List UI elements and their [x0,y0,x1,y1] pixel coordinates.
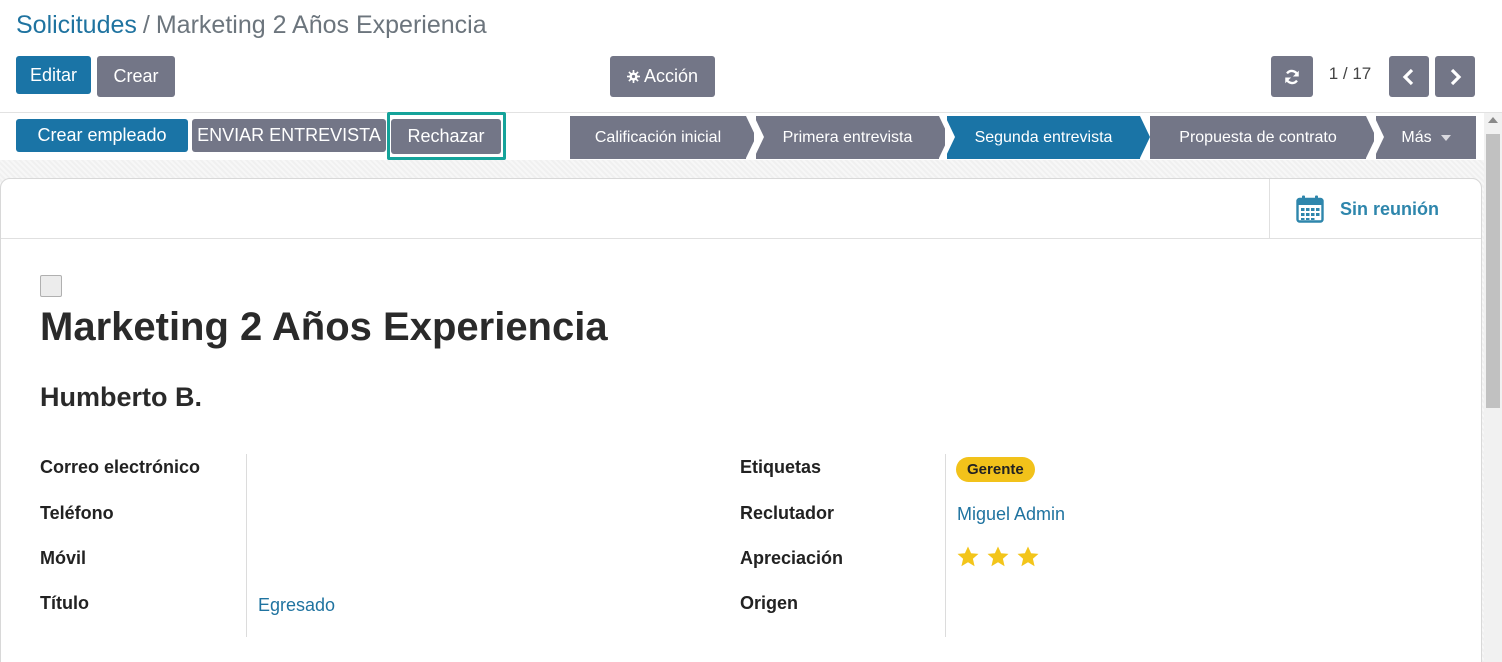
breadcrumb-current: Marketing 2 Años Experiencia [155,11,487,39]
recruiter-label: Reclutador [740,503,835,523]
appraisal-stars [956,545,1040,569]
stage-arrow-outline [945,116,955,158]
caret-down-icon [1440,134,1451,141]
star-icon[interactable] [956,545,980,569]
stage-more-dropdown[interactable]: Más [1376,116,1476,159]
stage-arrow-outline [754,116,764,158]
scroll-up-arrow-icon[interactable] [1488,117,1498,123]
send-interview-button[interactable]: ENVIAR ENTREVISTA [192,119,386,152]
action-dropdown-button[interactable]: Acción [610,56,715,97]
applicant-name: Humberto B. [40,382,202,412]
record-title: Marketing 2 Años Experiencia [40,305,608,349]
mobile-label: Móvil [40,548,87,568]
source-label: Origen [740,593,799,613]
breadcrumb-separator: / [142,11,150,39]
stage-arrow-outline [1374,116,1384,158]
gear-icon [626,70,640,83]
calendar-icon [1296,195,1324,223]
status-bar: Crear empleado ENVIAR ENTREVISTA Rechaza… [0,113,1484,159]
form-sheet: Sin reunión Marketing 2 Años Experiencia… [0,178,1482,662]
chevron-right-icon [1450,68,1462,85]
tags-label: Etiquetas [740,457,822,477]
stage-initial-qualification[interactable]: Calificación inicial [570,116,746,159]
field-separator-left [246,454,247,637]
pager-value[interactable]: 1 / 17 [1318,64,1382,84]
star-icon[interactable] [1016,545,1040,569]
stage-first-interview[interactable]: Primera entrevista [756,116,939,159]
priority-checkbox[interactable] [40,275,62,297]
tag-badge[interactable]: Gerente [956,457,1035,482]
stage-more-label: Más [1401,128,1432,146]
breadcrumb: Solicitudes / Marketing 2 Años Experiencia [16,11,487,40]
pager-next-button[interactable] [1435,56,1475,97]
degree-field[interactable]: Egresado [258,595,335,616]
degree-label: Título [40,593,89,613]
create-button[interactable]: Crear [97,56,175,97]
create-employee-button[interactable]: Crear empleado [16,119,188,152]
scrollbar-thumb[interactable] [1486,134,1500,408]
email-label: Correo electrónico [40,457,201,477]
recruiter-field[interactable]: Miguel Admin [957,504,1065,525]
breadcrumb-parent-link[interactable]: Solicitudes [16,11,137,39]
button-box: Sin reunión [1,179,1481,239]
reject-button-focus-ring [387,112,506,160]
meeting-smart-button[interactable]: Sin reunión [1269,179,1481,239]
appraisal-label: Apreciación [740,548,844,568]
refresh-icon [1285,69,1299,84]
edit-button[interactable]: Editar [16,56,91,94]
action-label: Acción [643,66,699,86]
stage-contract-proposal[interactable]: Propuesta de contrato [1150,116,1366,159]
meeting-smart-button-label: Sin reunión [1340,198,1439,219]
pager-previous-button[interactable] [1389,56,1429,97]
refresh-button[interactable] [1271,56,1313,97]
star-icon[interactable] [986,545,1010,569]
phone-label: Teléfono [40,503,114,523]
stage-second-interview[interactable]: Segunda entrevista [947,116,1140,159]
stage-arrow-active [1140,116,1150,158]
chevron-left-icon [1402,68,1414,85]
field-separator-right [945,454,946,637]
